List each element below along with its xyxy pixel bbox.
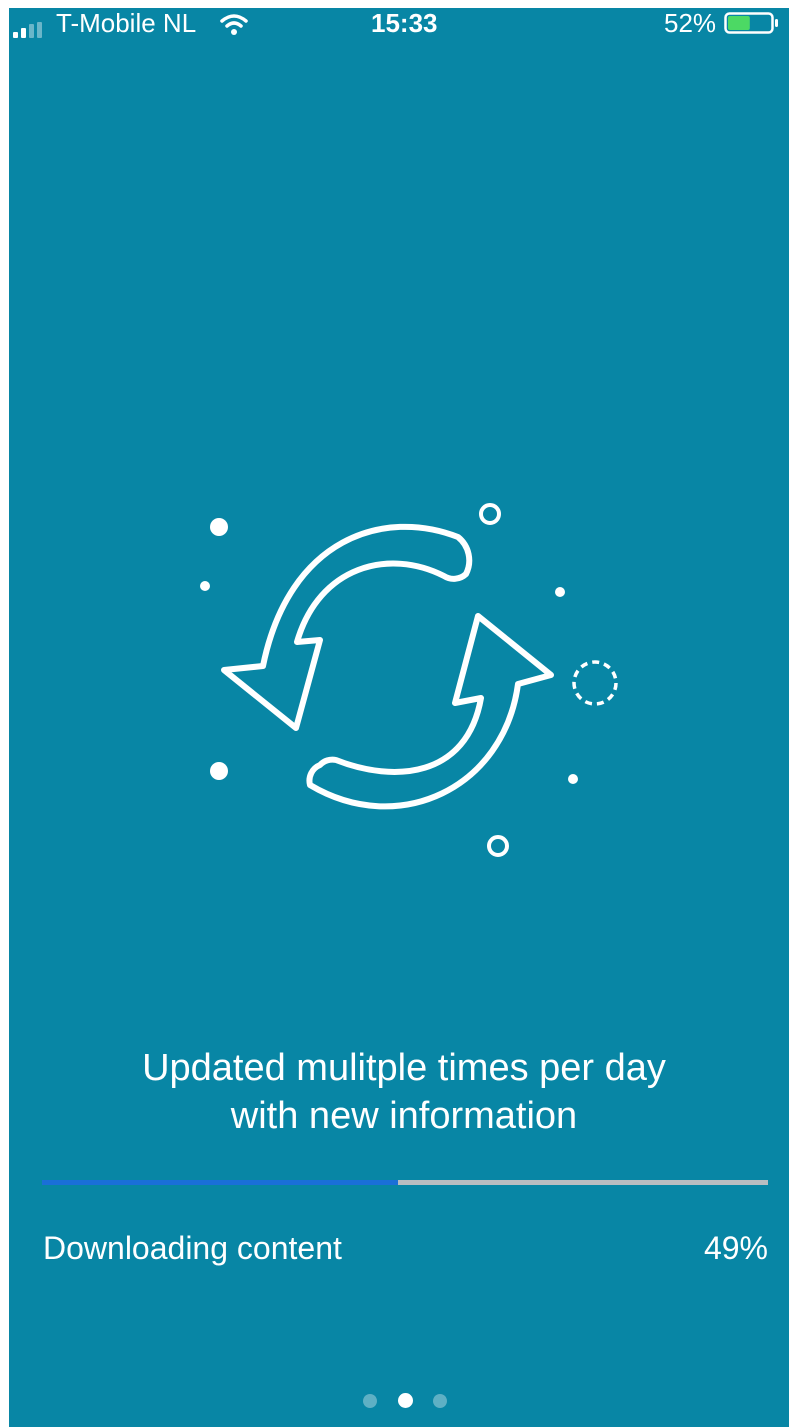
decor-dashed-ring (572, 660, 618, 706)
decor-ring (487, 835, 509, 857)
decor-dot (568, 774, 578, 784)
decor-ring (479, 503, 501, 525)
decor-dot (210, 762, 228, 780)
download-status-label: Downloading content (43, 1230, 342, 1266)
battery-icon (724, 12, 778, 34)
decor-dot (555, 587, 565, 597)
signal-icon (13, 22, 42, 38)
status-time: 15:33 (371, 8, 438, 38)
download-progress-bar (42, 1180, 768, 1185)
decor-dot (200, 581, 210, 591)
headline-line-1: Updated mulitple times per day (142, 1047, 666, 1089)
sync-illustration (200, 503, 618, 857)
page-dot-1[interactable] (363, 1394, 377, 1408)
battery-percent: 52% (664, 8, 717, 38)
carrier-name: T-Mobile NL (56, 8, 197, 38)
wifi-icon (220, 14, 248, 35)
sync-arrows-icon (221, 523, 554, 810)
status-bar: T-Mobile NL 15:33 52% (9, 8, 789, 48)
download-percent: 49% (703, 1230, 768, 1266)
onboarding-screen: T-Mobile NL 15:33 52% Updated mulitple t… (9, 8, 789, 1427)
download-progress-fill (42, 1180, 398, 1185)
onboarding-headline: Updated mulitple times per day with new … (49, 1044, 759, 1140)
page-indicator[interactable] (363, 1392, 453, 1408)
page-dot-3[interactable] (433, 1394, 447, 1408)
page-dot-2[interactable] (398, 1393, 413, 1408)
headline-line-2: with new information (230, 1095, 578, 1137)
decor-dot (210, 518, 228, 536)
